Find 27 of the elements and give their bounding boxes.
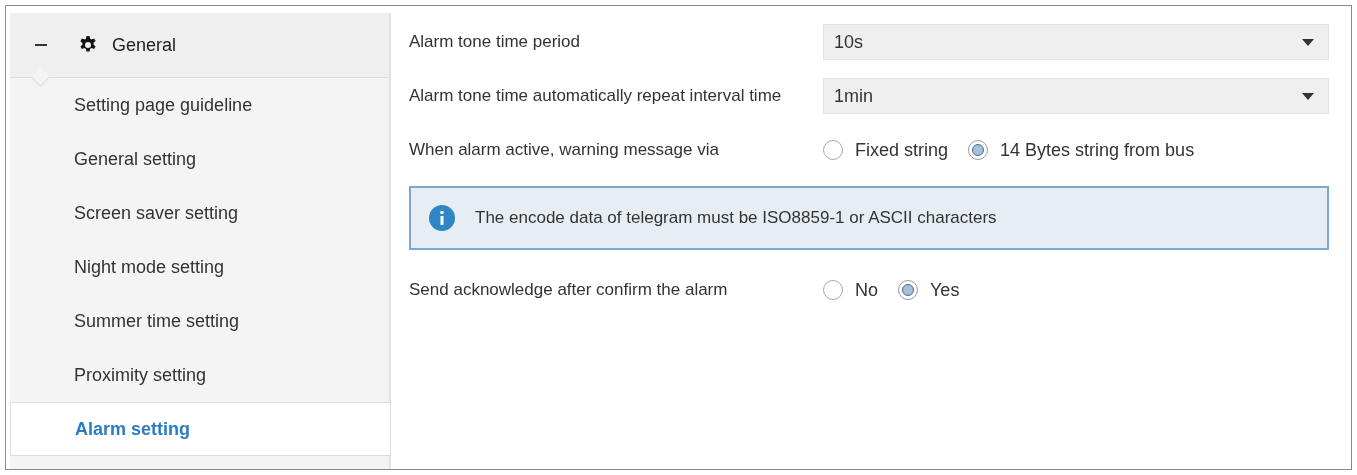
radio-button[interactable] xyxy=(823,140,843,160)
group-header[interactable]: General xyxy=(10,13,389,78)
radio-option[interactable]: No xyxy=(823,279,878,301)
dropdown[interactable]: 10s xyxy=(823,24,1329,60)
setting-label: Send acknowledge after confirm the alarm xyxy=(409,279,729,301)
nav-item[interactable]: General setting xyxy=(10,132,389,186)
nav-item[interactable]: Setting page guideline xyxy=(10,78,389,132)
setting-label: Alarm tone time period xyxy=(409,31,582,53)
nav-item[interactable]: Summer time setting xyxy=(10,294,389,348)
nav-item[interactable]: Alarm setting xyxy=(10,402,391,456)
setting-label: Alarm tone time automatically repeat interval time xyxy=(409,85,783,107)
info-icon xyxy=(429,205,455,231)
radio-button[interactable] xyxy=(968,140,989,160)
setting-label: When alarm active, warning message via xyxy=(409,139,720,161)
gear-icon xyxy=(78,35,98,55)
radio-option[interactable]: 14 Bytes string from bus xyxy=(968,139,1195,161)
nav-item[interactable]: Screen saver setting xyxy=(10,186,389,240)
info-text: The encode data of telegram must be ISO8859-1 or ASCII characters xyxy=(475,208,997,228)
radio-button[interactable] xyxy=(823,280,843,300)
nav-item[interactable]: Night mode setting xyxy=(10,240,389,294)
dropdown[interactable]: 1min xyxy=(823,78,1329,114)
nav-item[interactable]: Proximity setting xyxy=(10,348,389,402)
caret-icon xyxy=(1302,92,1314,100)
radio-option[interactable]: Fixed string xyxy=(823,139,949,161)
caret-icon xyxy=(1302,38,1314,46)
radio-button[interactable] xyxy=(898,280,918,300)
radio-option[interactable]: Yes xyxy=(898,279,960,301)
